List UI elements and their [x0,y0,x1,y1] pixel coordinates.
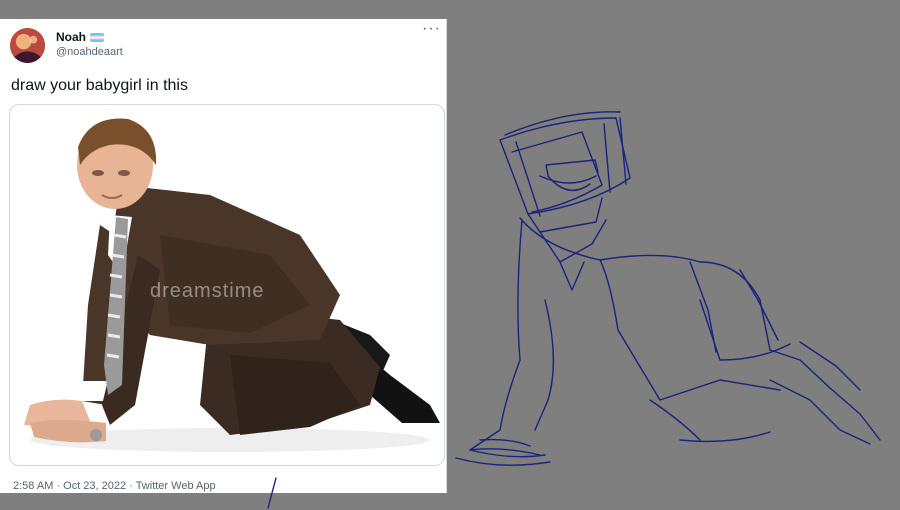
pen-sketch [267,111,881,509]
